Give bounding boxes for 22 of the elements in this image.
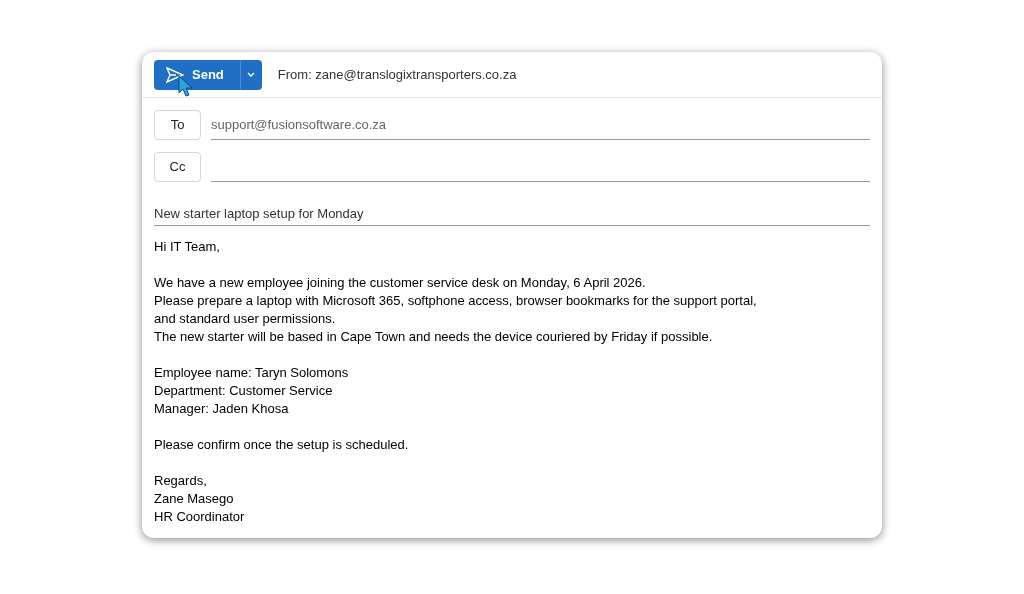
body-text: The new starter will be based in Cape Town and needs the device couriered by Friday if possible.: [154, 328, 713, 346]
subject-field[interactable]: New starter laptop setup for Monday: [154, 202, 870, 226]
body-text: Please prepare a laptop with Microsoft 365, softphone access, browser bookmarks for the support portal,: [154, 292, 757, 310]
send-icon: [166, 66, 184, 83]
body-text: Department: Customer Service: [154, 382, 333, 400]
from-address: From: zane@translogixtransporters.co.za: [277, 65, 517, 84]
body-text: Zane Masego: [154, 490, 234, 508]
send-button[interactable]: Send: [154, 59, 240, 90]
body-text: Hi IT Team,: [154, 238, 220, 256]
recipient-button[interactable]: To: [154, 110, 201, 140]
recipient-field[interactable]: support@fusionsoftware.co.za: [211, 110, 870, 140]
body-text: Please confirm once the setup is scheduled.: [154, 436, 409, 454]
body-text: and standard user permissions.: [154, 310, 336, 328]
body-text: We have a new employee joining the customer service desk on Monday, 6 April 2026.: [154, 274, 646, 292]
recipient-button[interactable]: Cc: [154, 152, 201, 182]
body-text: Manager: Jaden Khosa: [154, 400, 289, 418]
body-text: HR Coordinator: [154, 508, 245, 526]
send-options-button[interactable]: [239, 59, 262, 90]
body-text: Regards,: [154, 472, 207, 490]
caret-icon: [247, 72, 256, 77]
body-text: Employee name: Taryn Solomons: [154, 364, 349, 382]
cursor-icon: [178, 74, 194, 97]
